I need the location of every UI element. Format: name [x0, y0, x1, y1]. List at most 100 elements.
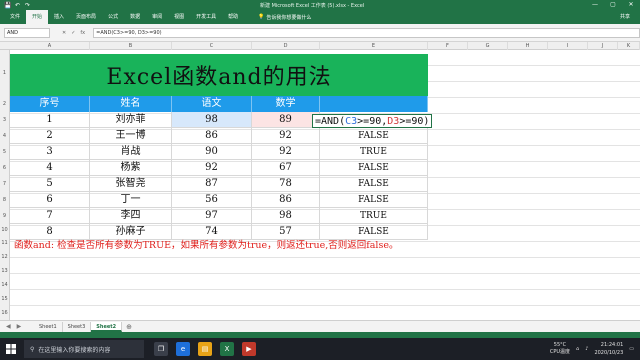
row-header-1[interactable]: 1: [0, 50, 10, 96]
table-cell-no[interactable]: 7: [10, 208, 90, 224]
tab-formulas[interactable]: 公式: [102, 10, 124, 24]
windows-start-icon[interactable]: [0, 338, 22, 360]
table-cell-chinese[interactable]: 97: [172, 208, 252, 224]
table-cell-chinese[interactable]: 98: [172, 112, 252, 128]
prev-sheet-icon[interactable]: ◀: [6, 323, 11, 330]
tab-home[interactable]: 开始: [26, 10, 49, 24]
tab-developer[interactable]: 开发工具: [190, 10, 222, 24]
header-cell-math[interactable]: 数学: [252, 96, 320, 112]
tab-insert[interactable]: 插入: [48, 10, 70, 24]
undo-icon[interactable]: ↶: [14, 2, 21, 9]
column-header-c[interactable]: C: [172, 42, 252, 50]
redo-icon[interactable]: ↷: [24, 2, 31, 9]
taskbar-search[interactable]: ⚲ 在这里输入你要搜索的内容: [24, 340, 144, 358]
file-explorer-icon[interactable]: ▤: [198, 342, 212, 356]
row-header-16[interactable]: 16: [0, 306, 10, 320]
column-header-d[interactable]: D: [252, 42, 320, 50]
save-icon[interactable]: 💾: [4, 2, 11, 9]
sheet-tab-sheet3[interactable]: Sheet3: [63, 321, 92, 332]
row-header-3[interactable]: 3: [0, 112, 10, 128]
row-header-8[interactable]: 8: [0, 192, 10, 208]
taskbar-clock[interactable]: 21:24:01 2020/10/23: [594, 341, 623, 357]
minimize-button[interactable]: —: [586, 0, 604, 10]
column-header-a[interactable]: A: [10, 42, 90, 50]
header-cell-name[interactable]: 姓名: [90, 96, 172, 112]
table-cell-name[interactable]: 张智尧: [90, 176, 172, 192]
table-cell-chinese[interactable]: 87: [172, 176, 252, 192]
table-cell-no[interactable]: 3: [10, 144, 90, 160]
table-cell-result[interactable]: TRUE: [320, 144, 428, 160]
row-header-7[interactable]: 7: [0, 176, 10, 192]
notification-icon[interactable]: ▭: [629, 346, 634, 352]
table-cell-name[interactable]: 李四: [90, 208, 172, 224]
table-cell-chinese[interactable]: 90: [172, 144, 252, 160]
cpu-temp-widget[interactable]: 55°C CPU温度: [550, 342, 570, 356]
row-header-6[interactable]: 6: [0, 160, 10, 176]
row-header-12[interactable]: 12: [0, 250, 10, 264]
sheet-tab-sheet2[interactable]: Sheet2: [91, 321, 123, 332]
tab-page-layout[interactable]: 页面布局: [70, 10, 102, 24]
cell-edit-formula[interactable]: =AND(C3>=90,D3>=90): [312, 114, 433, 128]
cancel-icon[interactable]: ✕: [62, 30, 66, 36]
browser-icon[interactable]: e: [176, 342, 190, 356]
table-cell-name[interactable]: 刘亦菲: [90, 112, 172, 128]
table-cell-no[interactable]: 1: [10, 112, 90, 128]
next-sheet-icon[interactable]: ▶: [17, 323, 22, 330]
table-cell-no[interactable]: 5: [10, 176, 90, 192]
row-header-5[interactable]: 5: [0, 144, 10, 160]
maximize-button[interactable]: ▢: [604, 0, 622, 10]
table-cell-result[interactable]: FALSE: [320, 176, 428, 192]
table-cell-name[interactable]: 王一博: [90, 128, 172, 144]
table-cell-math[interactable]: 89: [252, 112, 320, 128]
column-header-h[interactable]: H: [508, 42, 548, 50]
enter-icon[interactable]: ✓: [71, 30, 75, 36]
sheet-tab-sheet1[interactable]: Sheet1: [34, 321, 63, 332]
table-cell-math[interactable]: 92: [252, 128, 320, 144]
table-cell-result[interactable]: FALSE: [320, 128, 428, 144]
table-cell-name[interactable]: 肖战: [90, 144, 172, 160]
table-cell-math[interactable]: 92: [252, 144, 320, 160]
table-cell-result[interactable]: FALSE: [320, 160, 428, 176]
excel-icon[interactable]: X: [220, 342, 234, 356]
column-header-g[interactable]: G: [468, 42, 508, 50]
column-header-i[interactable]: I: [548, 42, 588, 50]
table-cell-math[interactable]: 86: [252, 192, 320, 208]
column-header-e[interactable]: E: [320, 42, 428, 50]
media-app-icon[interactable]: ▶: [242, 342, 256, 356]
volume-icon[interactable]: ♪: [585, 346, 588, 352]
row-header-9[interactable]: 9: [0, 208, 10, 224]
add-sheet-icon[interactable]: ⊕: [126, 323, 132, 331]
table-cell-math[interactable]: 78: [252, 176, 320, 192]
close-button[interactable]: ✕: [622, 0, 640, 10]
column-header-b[interactable]: B: [90, 42, 172, 50]
table-cell-math[interactable]: 67: [252, 160, 320, 176]
tab-review[interactable]: 审阅: [146, 10, 168, 24]
function-description-note[interactable]: 函数and: 检查是否所有参数为TRUE，如果所有参数为true，则返还true…: [14, 237, 398, 251]
tab-view[interactable]: 视图: [168, 10, 190, 24]
row-header-2[interactable]: 2: [0, 96, 10, 112]
row-header-15[interactable]: 15: [0, 292, 10, 306]
table-cell-chinese[interactable]: 92: [172, 160, 252, 176]
row-header-10[interactable]: 10: [0, 224, 10, 236]
tell-me-box[interactable]: 💡 告诉我你想要做什么: [258, 14, 311, 21]
row-header-14[interactable]: 14: [0, 278, 10, 292]
table-cell-result[interactable]: TRUE: [320, 208, 428, 224]
header-cell-chinese[interactable]: 语文: [172, 96, 252, 112]
row-header-4[interactable]: 4: [0, 128, 10, 144]
name-box[interactable]: AND: [4, 27, 50, 38]
column-header-f[interactable]: F: [428, 42, 468, 50]
insert-function-icon[interactable]: fx: [80, 30, 85, 36]
tab-help[interactable]: 帮助: [222, 10, 244, 24]
table-cell-name[interactable]: 丁一: [90, 192, 172, 208]
header-cell-result[interactable]: [320, 96, 428, 112]
table-cell-chinese[interactable]: 86: [172, 128, 252, 144]
column-header-j[interactable]: J: [588, 42, 618, 50]
header-cell-no[interactable]: 序号: [10, 96, 90, 112]
sheet-banner-title[interactable]: Excel函数and的用法: [10, 54, 428, 96]
table-cell-no[interactable]: 2: [10, 128, 90, 144]
table-cell-name[interactable]: 杨紫: [90, 160, 172, 176]
column-header-k[interactable]: K: [618, 42, 640, 50]
table-cell-no[interactable]: 6: [10, 192, 90, 208]
network-icon[interactable]: ⌂: [576, 346, 579, 352]
tab-file[interactable]: 文件: [4, 10, 26, 24]
